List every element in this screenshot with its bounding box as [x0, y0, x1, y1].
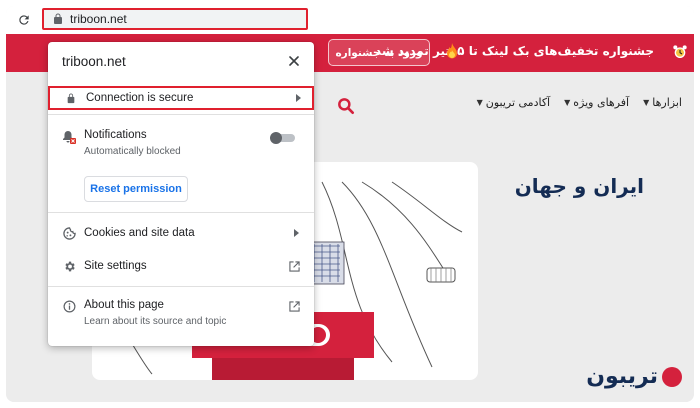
- site-settings-label: Site settings: [84, 260, 147, 272]
- site-info-popup: triboon.net Connection is secure Notific…: [48, 42, 314, 346]
- popup-title: triboon.net: [62, 54, 126, 69]
- popup-header: triboon.net: [48, 42, 314, 82]
- fire-icon: [446, 43, 458, 59]
- main-nav: ابزارها ▼ آفرهای ویژه ▼ آکادمی تریبون ▼: [477, 96, 682, 109]
- close-icon[interactable]: [286, 53, 302, 69]
- logo-mark-icon: [662, 366, 682, 387]
- toggle-knob: [270, 132, 282, 144]
- reload-icon[interactable]: [14, 10, 34, 30]
- gear-icon: [62, 259, 76, 273]
- reset-permission-button[interactable]: Reset permission: [84, 176, 188, 202]
- festival-entry-button[interactable]: ورود به جشنواره: [328, 39, 430, 66]
- url-text: triboon.net: [70, 12, 127, 26]
- divider: [48, 114, 314, 115]
- site-logo[interactable]: تریبون: [586, 364, 682, 389]
- connection-secure-label: Connection is secure: [86, 92, 194, 104]
- nav-item-academy[interactable]: آکادمی تریبون ▼: [477, 96, 551, 109]
- info-icon: [62, 299, 76, 313]
- nav-item-special-offers[interactable]: آفرهای ویژه ▼: [564, 96, 629, 109]
- external-link-icon: [288, 260, 300, 272]
- chevron-right-icon: [294, 93, 302, 103]
- nav-item-label: ابزارها: [652, 96, 682, 109]
- external-link-icon: [288, 300, 300, 312]
- about-page-subtitle: Learn about its source and topic: [84, 316, 227, 327]
- search-icon[interactable]: [336, 96, 356, 116]
- address-bar[interactable]: triboon.net: [42, 8, 308, 30]
- alarm-clock-icon: [672, 44, 688, 60]
- lock-icon: [64, 91, 78, 105]
- chevron-down-icon: ▼: [643, 98, 650, 107]
- nav-item-label: آکادمی تریبون: [485, 96, 551, 109]
- divider: [48, 286, 314, 287]
- notifications-blocked-icon: [62, 130, 76, 144]
- logo-text: تریبون: [586, 364, 658, 389]
- chevron-right-icon: [292, 228, 300, 238]
- screenshot-frame: triboon.net جشنواره تخفیف‌های بک لینک تا…: [6, 6, 694, 402]
- cookies-row[interactable]: Cookies and site data: [48, 222, 314, 244]
- chevron-down-icon: ▼: [564, 98, 571, 107]
- chevron-down-icon: ▼: [476, 98, 483, 107]
- site-settings-row[interactable]: Site settings: [48, 255, 314, 277]
- nav-item-label: آفرهای ویژه: [573, 96, 630, 109]
- lock-icon[interactable]: [52, 13, 64, 25]
- hero-title: ایران و جهان: [514, 174, 644, 198]
- about-page-row[interactable]: About this page Learn about its source a…: [48, 296, 314, 330]
- divider: [48, 212, 314, 213]
- cookie-icon: [62, 226, 76, 240]
- about-page-label: About this page: [84, 299, 164, 311]
- connection-secure-row[interactable]: Connection is secure: [48, 86, 314, 110]
- notifications-label: Notifications: [84, 129, 147, 141]
- notifications-toggle[interactable]: [270, 132, 296, 144]
- cookies-label: Cookies and site data: [84, 227, 195, 239]
- nav-item-tools[interactable]: ابزارها ▼: [643, 96, 682, 109]
- browser-toolbar: triboon.net: [6, 6, 694, 34]
- notifications-status: Automatically blocked: [84, 146, 181, 157]
